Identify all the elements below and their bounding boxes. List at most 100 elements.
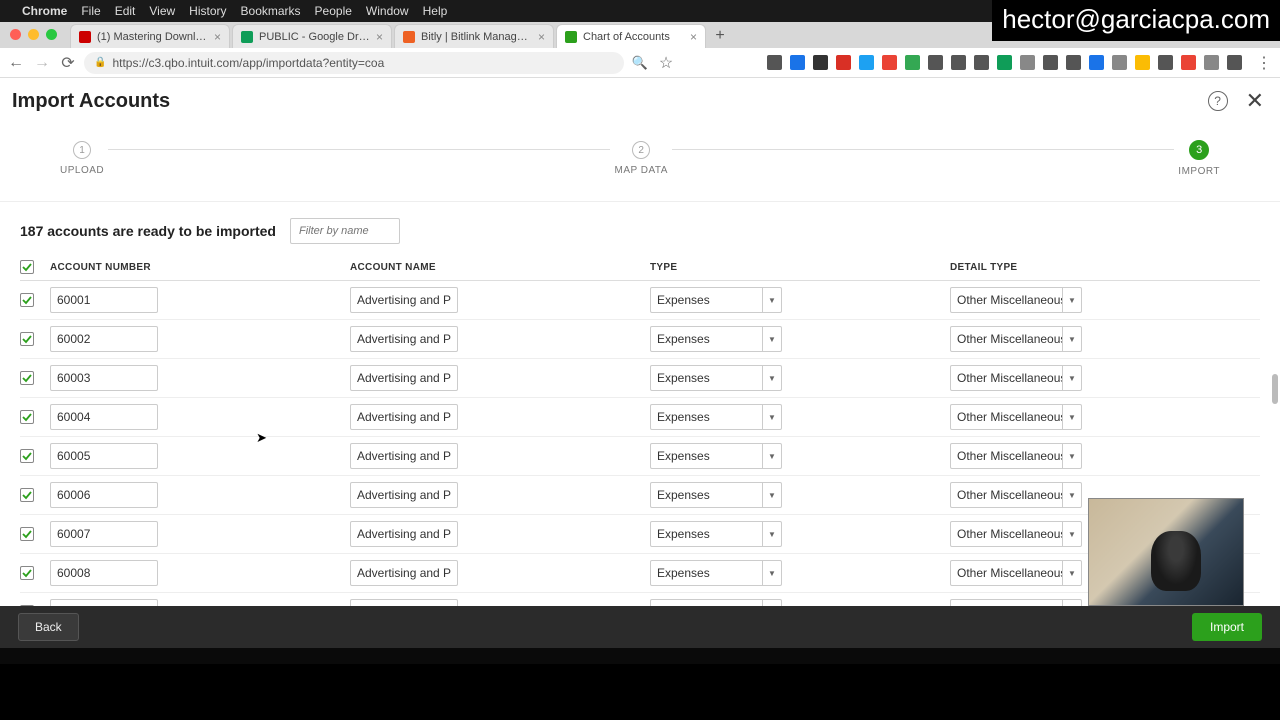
nav-forward-button[interactable]: → xyxy=(32,53,52,73)
tab-close-icon[interactable]: × xyxy=(538,30,545,44)
extension-icon[interactable] xyxy=(1227,55,1242,70)
account-name-input[interactable] xyxy=(350,560,458,586)
nav-back-button[interactable]: ← xyxy=(6,53,26,73)
detail-type-select[interactable]: Other Miscellaneous S▼ xyxy=(950,482,1082,508)
menu-help[interactable]: Help xyxy=(423,4,448,18)
extension-icon[interactable] xyxy=(1204,55,1219,70)
help-button[interactable]: ? xyxy=(1208,91,1228,111)
window-zoom-icon[interactable] xyxy=(46,29,57,40)
window-close-icon[interactable] xyxy=(10,29,21,40)
menu-view[interactable]: View xyxy=(149,4,175,18)
extension-icon[interactable] xyxy=(997,55,1012,70)
extension-icon[interactable] xyxy=(974,55,989,70)
type-select[interactable]: Expenses▼ xyxy=(650,443,782,469)
browser-tab[interactable]: Chart of Accounts × xyxy=(556,24,706,48)
back-button[interactable]: Back xyxy=(18,613,79,641)
tab-close-icon[interactable]: × xyxy=(690,30,697,44)
account-number-input[interactable] xyxy=(50,365,158,391)
nav-reload-button[interactable]: ⟳ xyxy=(58,53,78,73)
menu-history[interactable]: History xyxy=(189,4,226,18)
menu-window[interactable]: Window xyxy=(366,4,409,18)
import-button[interactable]: Import xyxy=(1192,613,1262,641)
account-number-input[interactable] xyxy=(50,287,158,313)
account-number-input[interactable] xyxy=(50,482,158,508)
detail-type-select[interactable]: Other Miscellaneous S▼ xyxy=(950,326,1082,352)
type-select[interactable]: Expenses▼ xyxy=(650,482,782,508)
extension-icon[interactable] xyxy=(1043,55,1058,70)
row-checkbox[interactable] xyxy=(20,527,34,541)
tab-close-icon[interactable]: × xyxy=(214,30,221,44)
window-minimize-icon[interactable] xyxy=(28,29,39,40)
tab-close-icon[interactable]: × xyxy=(376,30,383,44)
account-number-input[interactable] xyxy=(50,443,158,469)
browser-tab[interactable]: (1) Mastering Downloaded Tra × xyxy=(70,24,230,48)
account-name-input[interactable] xyxy=(350,326,458,352)
extension-icon[interactable] xyxy=(767,55,782,70)
select-all-checkbox[interactable] xyxy=(20,260,34,274)
type-select[interactable]: Expenses▼ xyxy=(650,560,782,586)
menu-people[interactable]: People xyxy=(315,4,352,18)
extension-icon[interactable] xyxy=(951,55,966,70)
account-number-input[interactable] xyxy=(50,560,158,586)
row-checkbox[interactable] xyxy=(20,449,34,463)
row-checkbox[interactable] xyxy=(20,371,34,385)
extension-icon[interactable] xyxy=(1089,55,1104,70)
extension-icon[interactable] xyxy=(928,55,943,70)
account-name-input[interactable] xyxy=(350,521,458,547)
type-select[interactable]: Expenses▼ xyxy=(650,287,782,313)
extension-icon[interactable] xyxy=(813,55,828,70)
extension-icon[interactable] xyxy=(1158,55,1173,70)
row-checkbox[interactable] xyxy=(20,566,34,580)
detail-type-select[interactable]: Other Miscellaneous S▼ xyxy=(950,404,1082,430)
filter-input[interactable] xyxy=(290,218,400,244)
extension-icon[interactable] xyxy=(1020,55,1035,70)
row-checkbox[interactable] xyxy=(20,410,34,424)
menu-edit[interactable]: Edit xyxy=(115,4,136,18)
scrollbar-thumb[interactable] xyxy=(1272,374,1278,404)
account-name-input[interactable] xyxy=(350,443,458,469)
extension-icon[interactable] xyxy=(1066,55,1081,70)
extension-icon[interactable] xyxy=(905,55,920,70)
zoom-icon[interactable]: 🔍 xyxy=(630,53,650,73)
row-checkbox[interactable] xyxy=(20,293,34,307)
extension-icon[interactable] xyxy=(882,55,897,70)
row-checkbox[interactable] xyxy=(20,488,34,502)
extension-icon[interactable] xyxy=(1135,55,1150,70)
detail-type-select[interactable]: Other Miscellaneous S▼ xyxy=(950,560,1082,586)
chevron-down-icon: ▼ xyxy=(1063,530,1081,539)
type-select[interactable]: Expenses▼ xyxy=(650,521,782,547)
extension-icon[interactable] xyxy=(1181,55,1196,70)
extension-icon[interactable] xyxy=(1112,55,1127,70)
new-tab-button[interactable]: + xyxy=(708,24,732,48)
extension-icon[interactable] xyxy=(836,55,851,70)
detail-type-select[interactable]: Other Miscellaneous S▼ xyxy=(950,443,1082,469)
chrome-menu-button[interactable]: ⋮ xyxy=(1254,53,1274,73)
account-name-input[interactable] xyxy=(350,482,458,508)
extension-icon[interactable] xyxy=(859,55,874,70)
account-name-input[interactable] xyxy=(350,365,458,391)
window-controls[interactable] xyxy=(10,29,57,40)
account-name-input[interactable] xyxy=(350,404,458,430)
app-name[interactable]: Chrome xyxy=(22,4,67,18)
menu-bookmarks[interactable]: Bookmarks xyxy=(241,4,301,18)
address-bar[interactable]: 🔒 https://c3.qbo.intuit.com/app/importda… xyxy=(84,52,624,74)
type-select[interactable]: Expenses▼ xyxy=(650,326,782,352)
extension-icon[interactable] xyxy=(790,55,805,70)
browser-tab[interactable]: PUBLIC - Google Drive × xyxy=(232,24,392,48)
star-icon[interactable]: ☆ xyxy=(656,53,676,73)
close-button[interactable]: ✕ xyxy=(1246,88,1264,114)
account-number-input[interactable] xyxy=(50,521,158,547)
detail-value: Other Miscellaneous S xyxy=(951,483,1063,507)
menu-file[interactable]: File xyxy=(81,4,100,18)
type-select[interactable]: Expenses▼ xyxy=(650,404,782,430)
row-checkbox[interactable] xyxy=(20,332,34,346)
account-number-input[interactable] xyxy=(50,404,158,430)
detail-type-select[interactable]: Other Miscellaneous S▼ xyxy=(950,521,1082,547)
browser-tab[interactable]: Bitly | Bitlink Management × xyxy=(394,24,554,48)
footer-bar: Back Import xyxy=(0,606,1280,648)
account-number-input[interactable] xyxy=(50,326,158,352)
detail-type-select[interactable]: Other Miscellaneous S▼ xyxy=(950,287,1082,313)
detail-type-select[interactable]: Other Miscellaneous S▼ xyxy=(950,365,1082,391)
account-name-input[interactable] xyxy=(350,287,458,313)
type-select[interactable]: Expenses▼ xyxy=(650,365,782,391)
